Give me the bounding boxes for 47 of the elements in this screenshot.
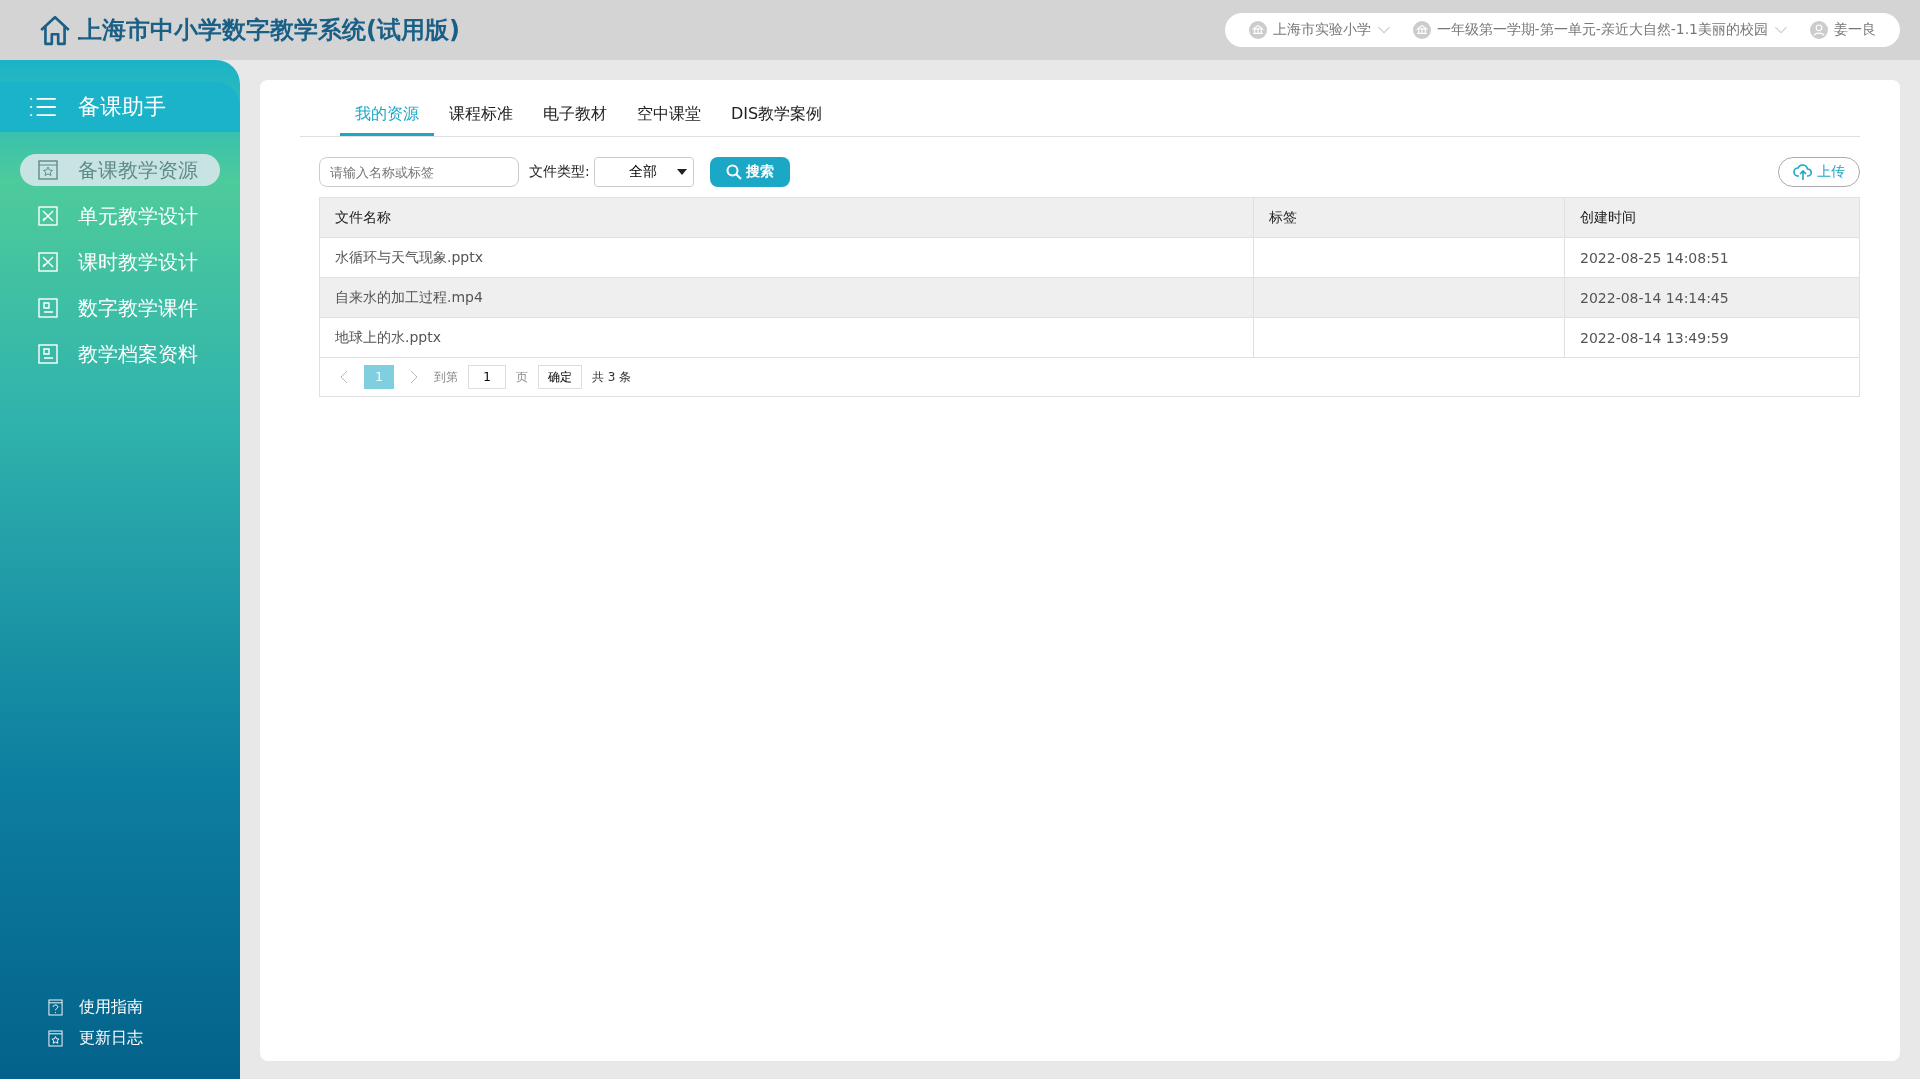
sidebar-title: 备课助手 xyxy=(78,93,166,121)
file-type-dropdown[interactable]: 全部 xyxy=(593,157,694,187)
building-icon xyxy=(1412,21,1431,39)
help-icon xyxy=(48,999,63,1016)
app-title: 上海市中小学数字教学系统(试用版) xyxy=(78,15,460,46)
cloud-upload-icon xyxy=(1793,163,1813,181)
tab[interactable]: 课程标准 xyxy=(434,94,528,136)
document-icon xyxy=(38,344,58,364)
menu-icon[interactable] xyxy=(30,97,56,117)
building-icon xyxy=(1248,21,1267,39)
table-cell: 地球上的水.pptx xyxy=(335,328,441,347)
table-row[interactable]: 自来水的加工过程.mp4 2022-08-14 14:14:45 xyxy=(320,278,1859,318)
column-header: 创建时间 xyxy=(1579,207,1637,227)
table-cell: 2022-08-14 14:14:45 xyxy=(1580,289,1729,306)
table-cell: 自来水的加工过程.mp4 xyxy=(335,288,483,307)
total-count: 共 3 条 xyxy=(592,368,632,386)
table-cell: 2022-08-14 13:49:59 xyxy=(1580,329,1729,346)
tab[interactable]: DIS教学案例 xyxy=(716,94,838,136)
tab[interactable]: 空中课堂 xyxy=(622,94,716,136)
table-cell: 2022-08-25 14:08:51 xyxy=(1580,249,1729,266)
document-icon xyxy=(38,298,58,318)
table-row[interactable]: 地球上的水.pptx 2022-08-14 13:49:59 xyxy=(320,318,1859,358)
page-unit-label: 页 xyxy=(516,368,528,386)
previous-page-icon[interactable] xyxy=(340,370,348,384)
user-icon xyxy=(1810,21,1828,39)
chevron-icon xyxy=(1376,25,1391,35)
home-icon[interactable] xyxy=(38,13,72,47)
sidebar-link[interactable]: 更新日志 xyxy=(48,1028,240,1049)
chevron-icon xyxy=(1774,25,1788,35)
file-type-label: 文件类型: xyxy=(529,163,590,181)
table-cell: 水循环与天气现象.pptx xyxy=(335,248,483,267)
lesson-dropdown[interactable]: 一年级第一学期-第一单元-亲近大自然-1.1美丽的校园 xyxy=(1412,21,1788,39)
search-field[interactable]: 请输入名称或标签 xyxy=(319,157,519,187)
column-header: 文件名称 xyxy=(320,198,1254,237)
page-input[interactable]: 1 xyxy=(468,365,506,389)
column-header: 标签 xyxy=(1254,198,1565,237)
caret-icon xyxy=(676,169,687,175)
confirm-button[interactable]: 确定 xyxy=(538,365,582,389)
school-dropdown[interactable]: 上海市实验小学 xyxy=(1248,21,1391,39)
goto-label: 到第 xyxy=(434,368,458,386)
sidebar-link[interactable]: 使用指南 xyxy=(48,997,240,1018)
search-icon xyxy=(725,164,742,180)
star-page-icon xyxy=(48,1030,63,1047)
star-page-icon xyxy=(38,160,58,180)
user-menu[interactable]: 姜一良 xyxy=(1810,21,1876,39)
next-page-icon[interactable] xyxy=(410,370,418,384)
tab[interactable]: 电子教材 xyxy=(528,94,622,136)
